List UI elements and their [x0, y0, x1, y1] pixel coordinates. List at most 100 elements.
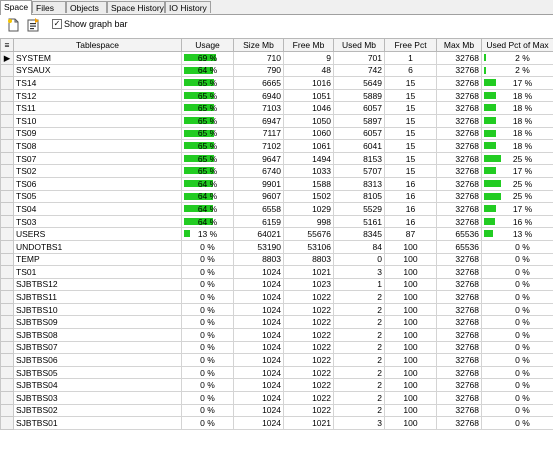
cell-free-pct: 15 — [384, 151, 437, 166]
cell-usage: 0 % — [181, 239, 234, 254]
cell-used-mb: 5649 — [333, 76, 385, 90]
used-pct-value: 18 % — [512, 115, 533, 126]
cell-usage: 0 % — [181, 378, 234, 393]
column-menu-icon[interactable]: ≡ — [0, 38, 14, 52]
cell-max-mb: 32768 — [436, 63, 482, 78]
cell-free-mb: 1494 — [283, 151, 334, 166]
cell-used-mb: 742 — [333, 63, 385, 78]
cell-max-mb: 32768 — [436, 88, 482, 103]
table-row[interactable]: TS04 64 % 6558 1029 5529 16 32768 17 % — [0, 202, 553, 216]
used-pct-value: 0 % — [515, 317, 530, 328]
cell-free-pct: 15 — [384, 76, 437, 90]
col-usage[interactable]: Usage — [181, 38, 234, 52]
col-free-pct[interactable]: Free Pct — [384, 38, 437, 52]
table-row[interactable]: TEMP 0 % 8803 8803 0 100 32768 0 % — [0, 252, 553, 267]
cell-size-mb: 1024 — [233, 353, 284, 367]
table-row[interactable]: TS05 64 % 9607 1502 8105 16 32768 25 % — [0, 189, 553, 204]
cell-size-mb: 1024 — [233, 340, 284, 355]
tab-objects[interactable]: Objects — [66, 1, 107, 13]
table-row[interactable]: SJBTBS11 0 % 1024 1022 2 100 32768 0 % — [0, 290, 553, 304]
cell-free-mb: 1022 — [283, 378, 334, 393]
table-row[interactable]: SJBTBS03 0 % 1024 1022 2 100 32768 0 % — [0, 391, 553, 405]
col-max-mb[interactable]: Max Mb — [436, 38, 482, 52]
cell-used-pct-of-max: 2 % — [481, 63, 553, 78]
table-row[interactable]: SJBTBS12 0 % 1024 1023 1 100 32768 0 % — [0, 277, 553, 292]
row-indicator — [0, 189, 14, 204]
cell-max-mb: 65536 — [436, 239, 482, 254]
cell-max-mb: 32768 — [436, 76, 482, 90]
col-free-mb[interactable]: Free Mb — [283, 38, 334, 52]
table-row[interactable]: ▶ SYSTEM 69 % 710 9 701 1 32768 2 % — [0, 51, 553, 65]
cell-free-mb: 9 — [283, 51, 334, 65]
cell-max-mb: 32768 — [436, 202, 482, 216]
cell-free-pct: 15 — [384, 101, 437, 115]
cell-max-mb: 32768 — [436, 277, 482, 292]
usage-value: 0 % — [200, 317, 215, 328]
col-used-mb[interactable]: Used Mb — [333, 38, 385, 52]
tab-space-history[interactable]: Space History — [107, 1, 165, 13]
cell-size-mb: 6159 — [233, 214, 284, 229]
cell-free-mb: 1061 — [283, 139, 334, 153]
show-graph-bar-checkbox[interactable]: ✓ — [52, 19, 62, 29]
table-row[interactable]: SJBTBS05 0 % 1024 1022 2 100 32768 0 % — [0, 365, 553, 380]
usage-value: 0 % — [200, 241, 215, 252]
cell-max-mb: 32768 — [436, 164, 482, 178]
table-row[interactable]: SJBTBS09 0 % 1024 1022 2 100 32768 0 % — [0, 315, 553, 330]
table-row[interactable]: TS14 65 % 6665 1016 5649 15 32768 17 % — [0, 76, 553, 90]
cell-free-mb: 1022 — [283, 315, 334, 330]
cell-used-pct-of-max: 18 % — [481, 88, 553, 103]
tab-io-history[interactable]: IO History — [165, 1, 211, 13]
cell-free-pct: 100 — [384, 328, 437, 342]
cell-free-mb: 1022 — [283, 328, 334, 342]
table-row[interactable]: SJBTBS08 0 % 1024 1022 2 100 32768 0 % — [0, 328, 553, 342]
col-used-pct-of-max[interactable]: Used Pct of Max — [481, 38, 553, 52]
tab-files[interactable]: Files — [32, 1, 66, 13]
cell-used-mb: 701 — [333, 51, 385, 65]
export-icon[interactable] — [26, 18, 40, 32]
table-row[interactable]: TS09 65 % 7117 1060 6057 15 32768 18 % — [0, 126, 553, 141]
table-row[interactable]: TS02 65 % 6740 1033 5707 15 32768 17 % — [0, 164, 553, 178]
new-page-icon[interactable] — [6, 18, 20, 32]
cell-usage: 13 % — [181, 227, 234, 241]
col-size-mb[interactable]: Size Mb — [233, 38, 284, 52]
header-row: ≡ Tablespace Usage Size Mb Free Mb Used … — [0, 38, 553, 52]
table-row[interactable]: TS08 65 % 7102 1061 6041 15 32768 18 % — [0, 139, 553, 153]
cell-used-mb: 2 — [333, 365, 385, 380]
cell-max-mb: 32768 — [436, 139, 482, 153]
cell-used-mb: 8313 — [333, 176, 385, 191]
cell-used-pct-of-max: 0 % — [481, 340, 553, 355]
usage-value: 64 % — [197, 216, 218, 227]
cell-used-mb: 2 — [333, 403, 385, 418]
cell-used-mb: 1 — [333, 277, 385, 292]
table-row[interactable]: TS11 65 % 7103 1046 6057 15 32768 18 % — [0, 101, 553, 115]
cell-tablespace: TS11 — [13, 101, 182, 115]
table-row[interactable]: SJBTBS10 0 % 1024 1022 2 100 32768 0 % — [0, 302, 553, 317]
table-row[interactable]: USERS 13 % 64021 55676 8345 87 65536 13 % — [0, 227, 553, 241]
table-row[interactable]: SJBTBS01 0 % 1024 1021 3 100 32768 0 % — [0, 416, 553, 430]
table-row[interactable]: UNDOTBS1 0 % 53190 53106 84 100 65536 0 % — [0, 239, 553, 254]
cell-max-mb: 32768 — [436, 340, 482, 355]
table-row[interactable]: TS01 0 % 1024 1021 3 100 32768 0 % — [0, 265, 553, 279]
table-row[interactable]: TS10 65 % 6947 1050 5897 15 32768 18 % — [0, 113, 553, 128]
cell-free-mb: 1022 — [283, 290, 334, 304]
row-indicator — [0, 290, 14, 304]
used-pct-value: 0 % — [515, 392, 530, 403]
table-row[interactable]: SJBTBS02 0 % 1024 1022 2 100 32768 0 % — [0, 403, 553, 418]
table-row[interactable]: SYSAUX 64 % 790 48 742 6 32768 2 % — [0, 63, 553, 78]
table-row[interactable]: TS03 64 % 6159 998 5161 16 32768 16 % — [0, 214, 553, 229]
usage-value: 65 % — [197, 128, 218, 139]
table-row[interactable]: SJBTBS04 0 % 1024 1022 2 100 32768 0 % — [0, 378, 553, 393]
cell-tablespace: USERS — [13, 227, 182, 241]
tab-space[interactable]: Space — [0, 0, 32, 15]
col-tablespace[interactable]: Tablespace — [13, 38, 182, 52]
cell-size-mb: 790 — [233, 63, 284, 78]
usage-value: 0 % — [200, 367, 215, 378]
table-row[interactable]: SJBTBS06 0 % 1024 1022 2 100 32768 0 % — [0, 353, 553, 367]
cell-usage: 0 % — [181, 328, 234, 342]
table-row[interactable]: TS06 64 % 9901 1588 8313 16 32768 25 % — [0, 176, 553, 191]
cell-max-mb: 32768 — [436, 416, 482, 430]
table-row[interactable]: SJBTBS07 0 % 1024 1022 2 100 32768 0 % — [0, 340, 553, 355]
table-row[interactable]: TS12 65 % 6940 1051 5889 15 32768 18 % — [0, 88, 553, 103]
table-row[interactable]: TS07 65 % 9647 1494 8153 15 32768 25 % — [0, 151, 553, 166]
cell-tablespace: TEMP — [13, 252, 182, 267]
